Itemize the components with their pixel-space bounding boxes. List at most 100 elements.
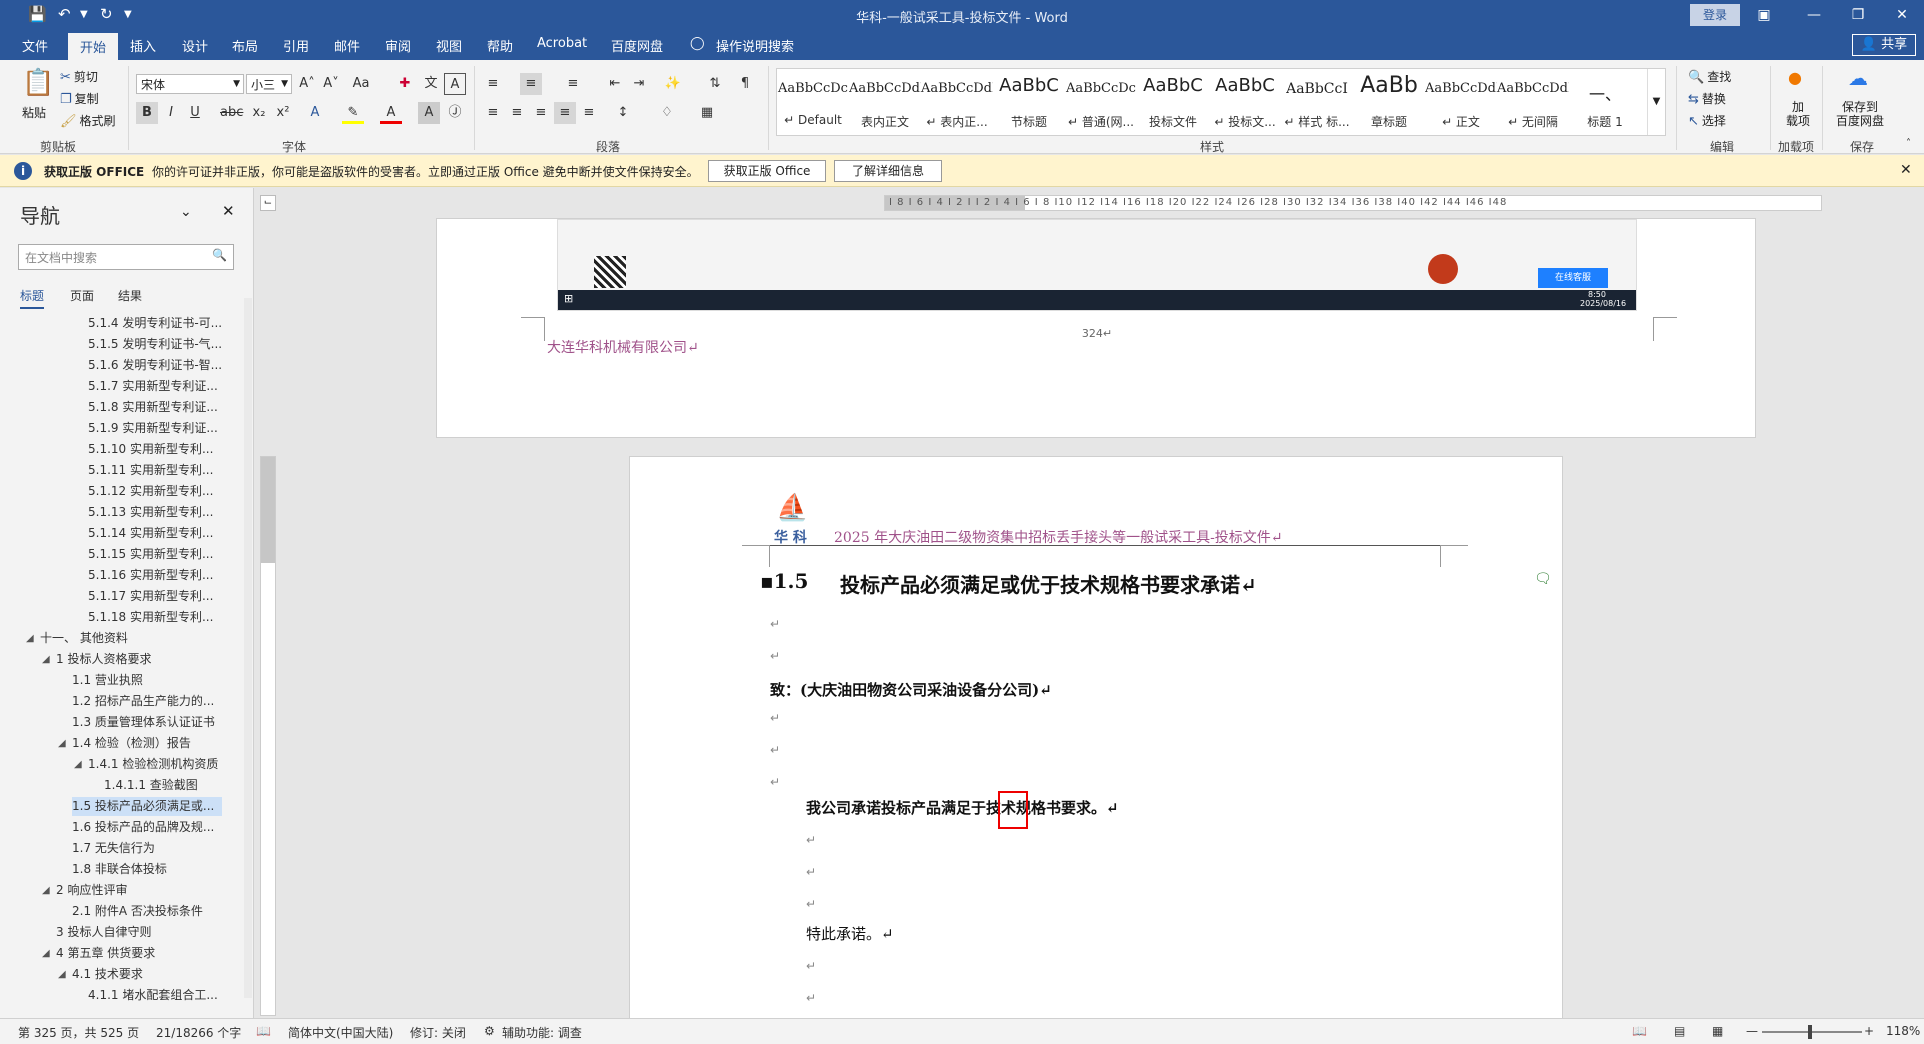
distributed-icon[interactable]: ≡ [578, 102, 600, 124]
nav-heading-item[interactable]: 1.1 营业执照 [72, 671, 143, 690]
tab-mailings[interactable]: 邮件 [334, 36, 360, 55]
highlight-icon[interactable]: ✎ [342, 102, 364, 124]
nav-heading-item[interactable]: 十一、 其他资料 [40, 629, 128, 648]
bullets-icon[interactable]: ≡ [482, 73, 504, 95]
text-effects-icon[interactable]: A [304, 102, 326, 124]
get-genuine-office-button[interactable]: 获取正版 Office [708, 160, 826, 182]
character-border-icon[interactable]: A [444, 73, 466, 95]
nav-heading-item[interactable]: 1.7 无失信行为 [72, 839, 155, 858]
underline-button[interactable]: U [184, 102, 206, 124]
bold-button[interactable]: B [136, 102, 158, 124]
nav-heading-item[interactable]: 5.1.14 实用新型专利... [88, 524, 213, 543]
style-bid-document[interactable]: AaBbC 投标文件 [1137, 69, 1209, 135]
ribbon-display-icon[interactable]: ▣ [1744, 4, 1784, 26]
accessibility-status[interactable]: 辅助功能: 调查 [502, 1024, 582, 1041]
show-marks-icon[interactable]: ¶ [734, 73, 756, 95]
zoom-in-icon[interactable]: + [1864, 1024, 1874, 1038]
italic-button[interactable]: I [160, 102, 182, 124]
nav-heading-item[interactable]: 1.4.1 检验检测机构资质 [88, 755, 218, 774]
nav-heading-item[interactable]: 4.1.1 堵水配套组合工... [88, 986, 218, 1005]
paste-icon[interactable]: 📋 [22, 68, 54, 108]
login-button[interactable]: 登录 [1690, 4, 1740, 26]
style-table-body[interactable]: AaBbCcDdI 表内正文 [849, 69, 921, 135]
tab-file[interactable]: 文件 [22, 36, 48, 55]
nav-search-input[interactable]: 在文档中搜索 🔍 [18, 244, 234, 270]
shrink-font-icon[interactable]: A˅ [320, 73, 342, 95]
nav-heading-item[interactable]: 1.4 检验（检测）报告 [72, 734, 191, 753]
learn-more-button[interactable]: 了解详细信息 [834, 160, 942, 182]
comment-icon[interactable]: 🗨 [1534, 571, 1552, 587]
tab-references[interactable]: 引用 [283, 36, 309, 55]
tab-headings[interactable]: 标题 [20, 287, 45, 309]
zoom-out-icon[interactable]: — [1746, 1024, 1758, 1038]
proofing-icon[interactable]: 📖 [256, 1024, 271, 1038]
find-button[interactable]: 🔍 查找 [1688, 68, 1731, 85]
nav-heading-item[interactable]: 5.1.17 实用新型专利... [88, 587, 213, 606]
close-window-button[interactable]: ✕ [1882, 4, 1922, 26]
enclose-characters-icon[interactable]: Ⓙ [444, 102, 466, 124]
increase-indent-icon[interactable]: ⇥ [628, 73, 650, 95]
subscript-button[interactable]: x₂ [248, 102, 270, 124]
tab-layout[interactable]: 布局 [232, 36, 258, 55]
nav-heading-item[interactable]: 5.1.11 实用新型专利... [88, 461, 213, 480]
style-chapter-title[interactable]: AaBb 章标题 [1353, 69, 1425, 135]
borders-icon[interactable]: ▦ [696, 102, 718, 124]
cut-button[interactable]: ✂ 剪切 [60, 68, 98, 85]
restore-button[interactable]: ❐ [1838, 4, 1878, 26]
nav-heading-item[interactable]: 5.1.9 实用新型专利证... [88, 419, 218, 438]
nav-heading-item[interactable]: 5.1.12 实用新型专利... [88, 482, 213, 501]
baidu-cloud-icon[interactable]: ☁ [1848, 66, 1868, 90]
nav-heading-item[interactable]: 3 投标人自律守则 [56, 923, 151, 942]
nav-heading-item[interactable]: 1.8 非联合体投标 [72, 860, 167, 879]
save-to-baidu-button[interactable]: 保存到 百度网盘 [1836, 100, 1884, 128]
zoom-slider-thumb[interactable] [1808, 1025, 1812, 1039]
nav-heading-item[interactable]: 5.1.8 实用新型专利证... [88, 398, 218, 417]
page-count[interactable]: 第 325 页，共 525 页 [18, 1024, 139, 1041]
nav-heading-item[interactable]: 5.1.7 实用新型专利证... [88, 377, 218, 396]
font-name-combo[interactable]: 宋体 ▼ [136, 74, 244, 94]
sort-icon[interactable]: ⇅ [704, 73, 726, 95]
vertical-ruler[interactable] [260, 456, 276, 1016]
style-section-title[interactable]: AaBbC 节标题 [993, 69, 1065, 135]
nav-heading-item[interactable]: 5.1.6 发明专利证书-智... [88, 356, 222, 375]
tab-pages[interactable]: 页面 [70, 287, 94, 304]
nav-heading-item[interactable]: 1.6 投标产品的品牌及规... [72, 818, 214, 837]
share-button[interactable]: 👤 共享 [1852, 34, 1916, 56]
tab-view[interactable]: 视图 [436, 36, 462, 55]
nav-heading-item[interactable]: 4 第五章 供货要求 [56, 944, 155, 963]
nav-heading-item[interactable]: 5.1.13 实用新型专利... [88, 503, 213, 522]
tab-selector[interactable]: ⌙ [260, 195, 276, 211]
track-changes-status[interactable]: 修订: 关闭 [410, 1024, 466, 1041]
styles-more-icon[interactable]: ▼ [1647, 69, 1665, 135]
tab-acrobat[interactable]: Acrobat [537, 36, 587, 51]
tab-home[interactable]: 开始 [68, 33, 119, 60]
addins-button[interactable]: 加 载项 [1786, 100, 1810, 128]
nav-heading-item[interactable]: 5.1.16 实用新型专利... [88, 566, 213, 585]
nav-heading-item[interactable]: 5.1.5 发明专利证书-气... [88, 335, 222, 354]
chevron-down-icon[interactable]: ⌄ [180, 204, 192, 220]
change-case-icon[interactable]: Aa [350, 73, 372, 95]
replace-button[interactable]: ⇆ 替换 [1688, 90, 1726, 107]
multilevel-list-icon[interactable]: ≡ [562, 73, 584, 95]
tab-help[interactable]: 帮助 [487, 36, 513, 55]
expand-collapse-icon[interactable]: ◢ [74, 759, 82, 770]
chinese-layout-icon[interactable]: ✨ [662, 73, 684, 95]
close-icon[interactable]: ✕ [222, 202, 235, 220]
shading-icon[interactable]: ♢ [656, 102, 678, 124]
expand-collapse-icon[interactable]: ◢ [58, 738, 66, 749]
addins-icon[interactable]: ● [1788, 68, 1802, 87]
expand-collapse-icon[interactable]: ◢ [42, 654, 50, 665]
expand-collapse-icon[interactable]: ◢ [42, 948, 50, 959]
style-table-body-2[interactable]: AaBbCcDdI ↵ 表内正... [921, 69, 993, 135]
nav-heading-item[interactable]: 1.2 招标产品生产能力的... [72, 692, 214, 711]
line-spacing-icon[interactable]: ↕ [612, 102, 634, 124]
nav-heading-item[interactable]: 2.1 附件A 否决投标条件 [72, 902, 203, 921]
nav-heading-item[interactable]: 2 响应性评审 [56, 881, 127, 900]
justify-icon[interactable]: ≡ [554, 102, 576, 124]
expand-collapse-icon[interactable]: ◢ [26, 633, 34, 644]
nav-heading-item[interactable]: 1.5 投标产品必须满足或... [72, 797, 222, 816]
expand-collapse-icon[interactable]: ◢ [58, 969, 66, 980]
nav-heading-item[interactable]: 1.4.1.1 查验截图 [104, 776, 198, 795]
nav-heading-item[interactable]: 5.1.10 实用新型专利... [88, 440, 213, 459]
tab-results[interactable]: 结果 [118, 287, 142, 304]
